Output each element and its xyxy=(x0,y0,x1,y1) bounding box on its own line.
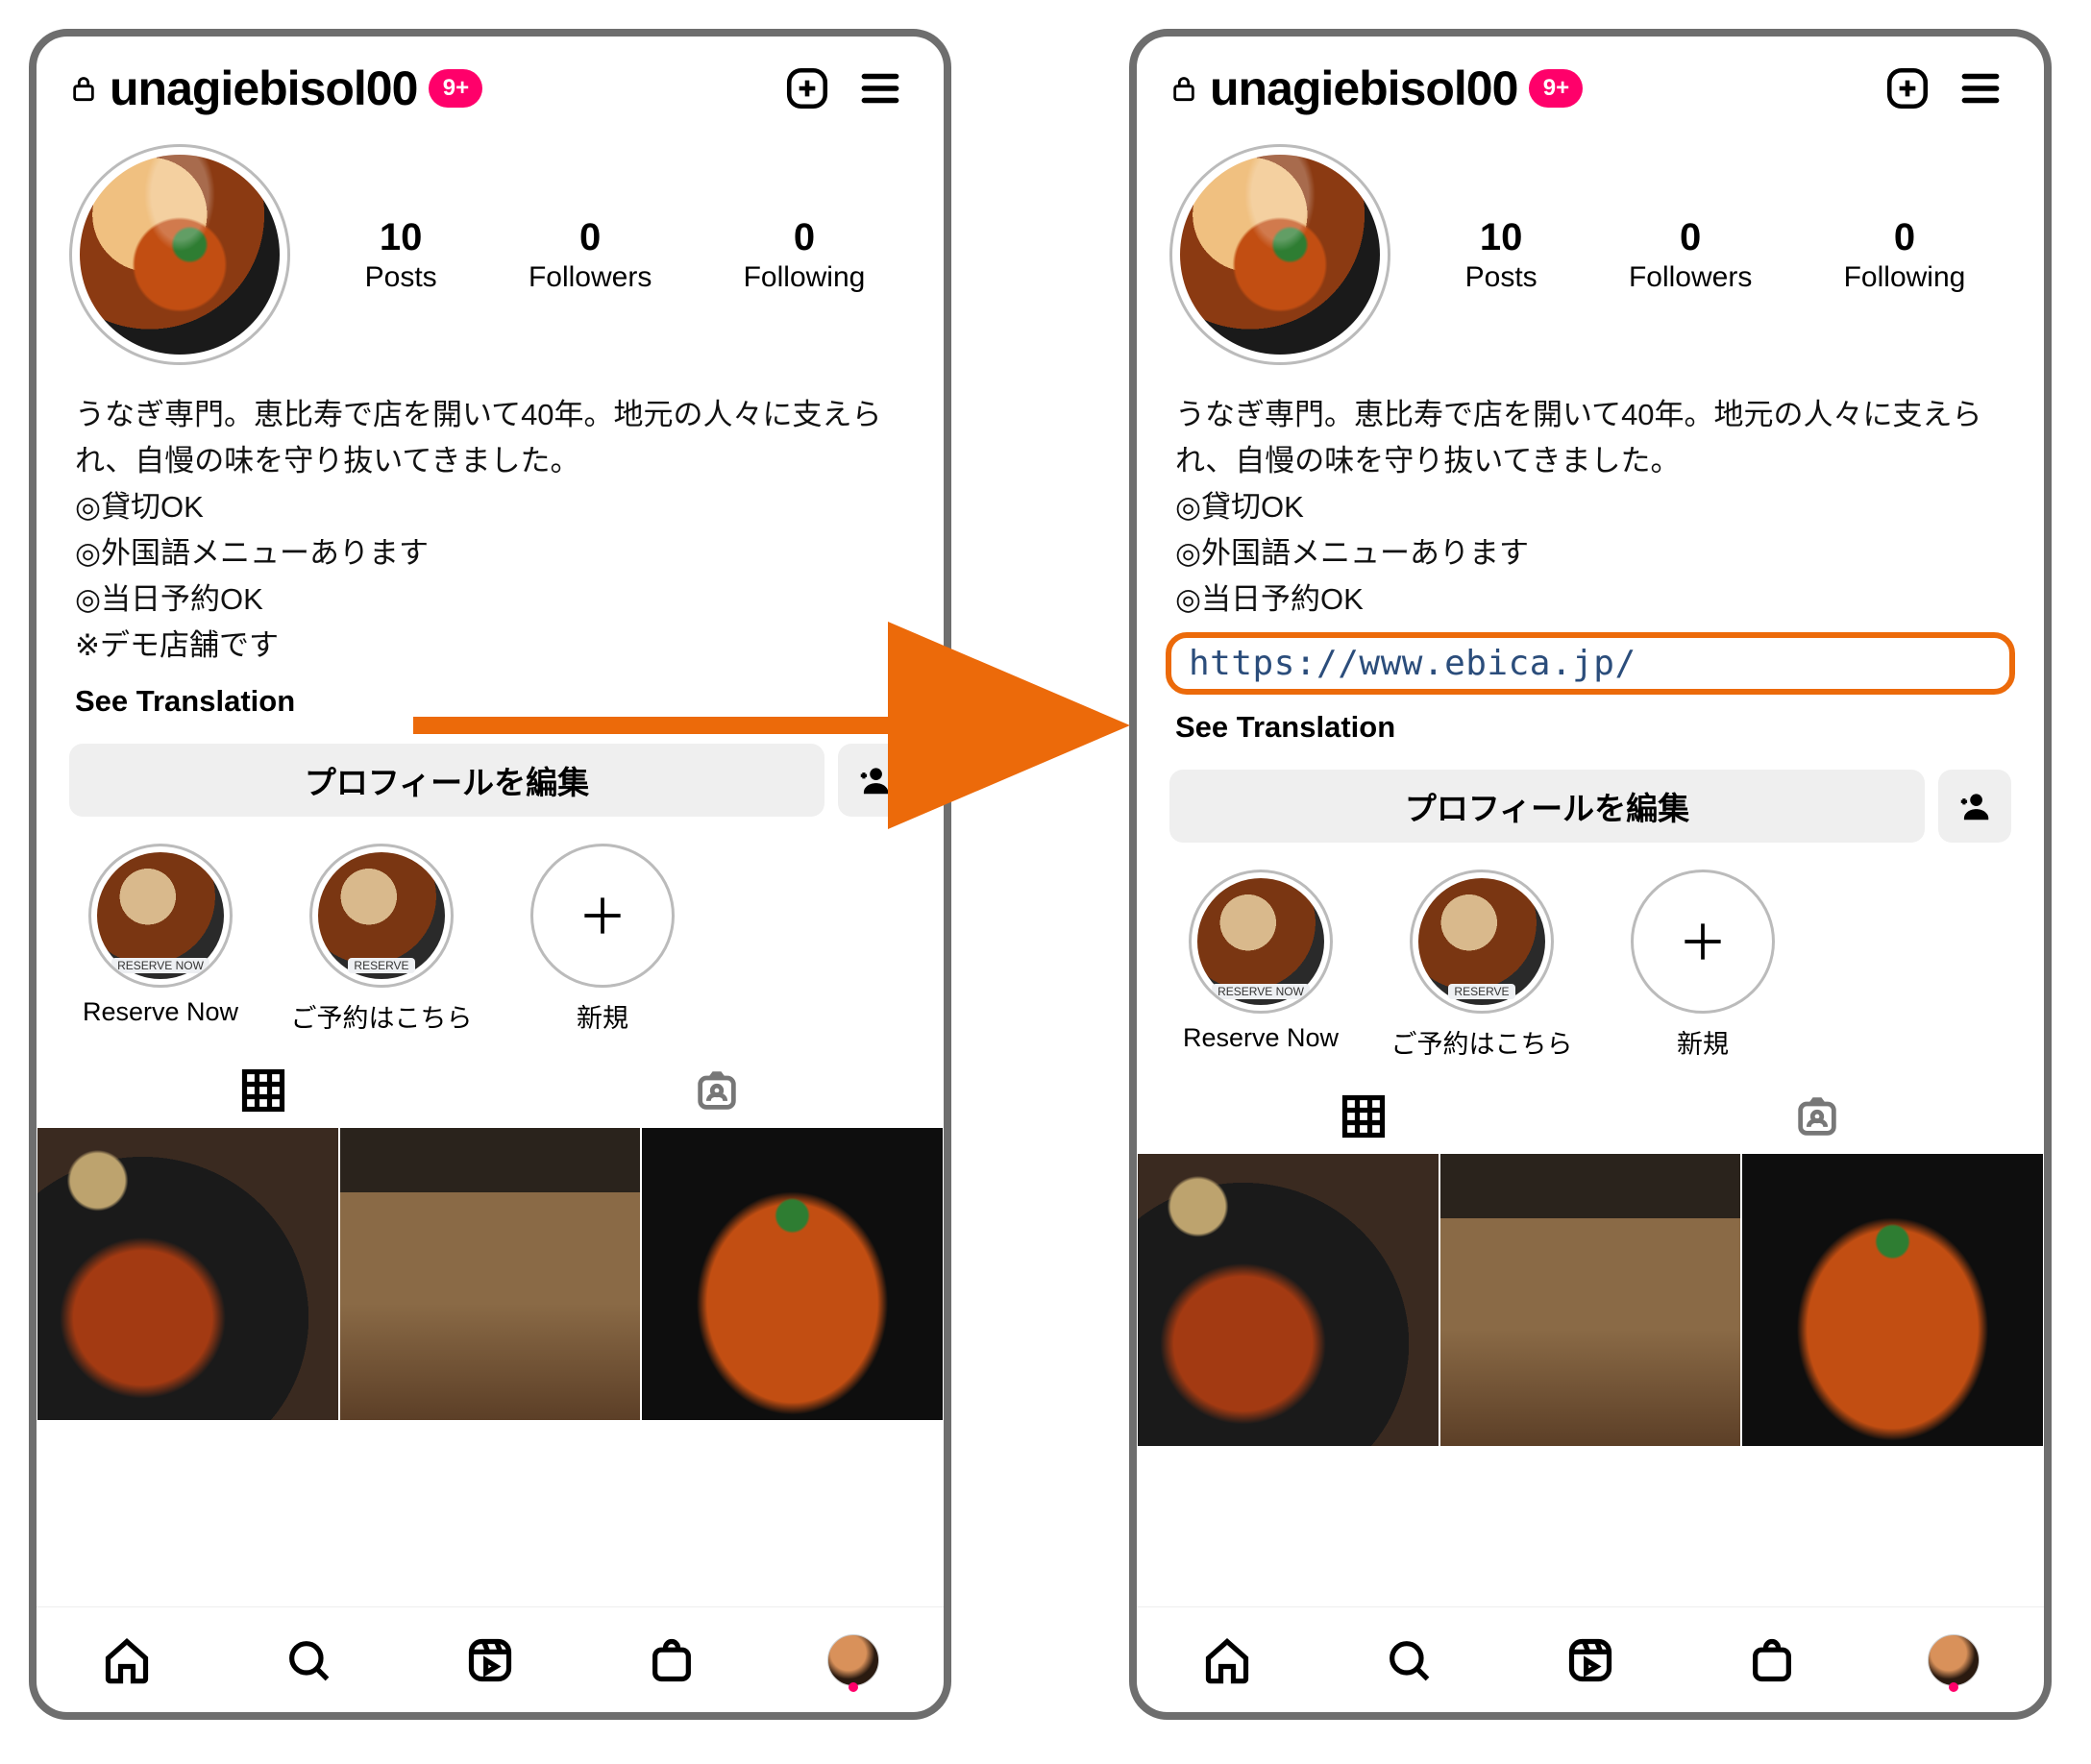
profile-header: unagiebisol00 9+ xyxy=(1137,37,2044,127)
highlight-label: ご予約はこちら xyxy=(1391,1023,1573,1061)
stat-posts-label: Posts xyxy=(365,261,437,294)
edit-profile-button[interactable]: プロフィールを編集 xyxy=(1169,770,1925,843)
highlight-label: Reserve Now xyxy=(1183,1023,1339,1053)
profile-avatar xyxy=(1180,155,1380,355)
highlight-tag: RESERVE xyxy=(348,958,414,973)
edit-profile-row: プロフィールを編集 xyxy=(1137,764,2044,850)
grid-tab-posts[interactable] xyxy=(37,1054,490,1127)
bio-link[interactable]: https://www.ebica.jp/ xyxy=(1189,644,1636,683)
grid-tab-tagged[interactable] xyxy=(490,1054,944,1127)
username[interactable]: unagiebisol00 xyxy=(1210,61,1517,116)
notification-dot-icon xyxy=(849,1682,858,1692)
highlight-reserve-now[interactable]: RESERVE NOW Reserve Now xyxy=(1156,870,1365,1061)
highlight-reserve-jp[interactable]: RESERVE ご予約はこちら xyxy=(1377,870,1587,1061)
story-highlights: RESERVE NOW Reserve Now RESERVE ご予約はこちら … xyxy=(1137,850,2044,1068)
post-thumbnail[interactable] xyxy=(1439,1153,1742,1447)
menu-button[interactable] xyxy=(849,58,911,119)
stat-following-label: Following xyxy=(1844,261,1966,294)
stat-followers-count: 0 xyxy=(529,216,652,259)
posts-row xyxy=(37,1127,944,1421)
lock-icon xyxy=(1169,69,1198,108)
menu-button[interactable] xyxy=(1950,58,2011,119)
profile-stats: 10 Posts 0 Followers 0 Following xyxy=(1419,216,2011,294)
phone-after: unagiebisol00 9+ 10 Posts 0 Followers xyxy=(1129,29,2052,1720)
stat-posts-count: 10 xyxy=(1465,216,1538,259)
lock-icon xyxy=(69,69,98,108)
post-grid-tabs xyxy=(1137,1068,2044,1153)
discover-people-button[interactable] xyxy=(1938,770,2011,843)
stat-followers[interactable]: 0 Followers xyxy=(529,216,652,294)
stat-followers-count: 0 xyxy=(1629,216,1752,259)
posts-row xyxy=(1137,1153,2044,1447)
nav-avatar-icon xyxy=(827,1634,879,1686)
stat-posts[interactable]: 10 Posts xyxy=(1465,216,1538,294)
bottom-navigation xyxy=(37,1606,944,1712)
nav-shop[interactable] xyxy=(1738,1627,1806,1694)
highlight-label: ご予約はこちら xyxy=(291,997,473,1035)
nav-reels[interactable] xyxy=(1557,1627,1624,1694)
nav-home[interactable] xyxy=(1193,1627,1261,1694)
nav-home[interactable] xyxy=(93,1627,160,1694)
highlight-reserve-now[interactable]: RESERVE NOW Reserve Now xyxy=(56,844,265,1035)
highlight-tag: RESERVE NOW xyxy=(1212,984,1310,999)
profile-stats: 10 Posts 0 Followers 0 Following xyxy=(319,216,911,294)
see-translation-link[interactable]: See Translation xyxy=(1137,698,2044,764)
nav-profile[interactable] xyxy=(1920,1627,1987,1694)
stat-following[interactable]: 0 Following xyxy=(744,216,866,294)
nav-shop[interactable] xyxy=(638,1627,705,1694)
profile-avatar xyxy=(80,155,280,355)
grid-tab-posts[interactable] xyxy=(1137,1080,1590,1153)
create-post-button[interactable] xyxy=(776,58,838,119)
highlight-label: Reserve Now xyxy=(83,997,238,1027)
post-thumbnail[interactable] xyxy=(1137,1153,1439,1447)
grid-tab-tagged[interactable] xyxy=(1590,1080,2044,1153)
stat-followers[interactable]: 0 Followers xyxy=(1629,216,1752,294)
profile-stats-row: 10 Posts 0 Followers 0 Following xyxy=(37,127,944,375)
avatar-ring[interactable] xyxy=(69,144,290,365)
stat-following-count: 0 xyxy=(744,216,866,259)
highlight-label: 新規 xyxy=(1677,1023,1729,1061)
nav-avatar-icon xyxy=(1928,1634,1980,1686)
notification-badge[interactable]: 9+ xyxy=(429,69,482,108)
stat-posts-label: Posts xyxy=(1465,261,1538,294)
post-grid-tabs xyxy=(37,1042,944,1127)
stat-posts[interactable]: 10 Posts xyxy=(365,216,437,294)
highlight-label: 新規 xyxy=(577,997,628,1035)
notification-badge[interactable]: 9+ xyxy=(1529,69,1583,108)
stat-following-label: Following xyxy=(744,261,866,294)
transition-arrow xyxy=(413,692,1124,759)
stat-followers-label: Followers xyxy=(1629,261,1752,294)
notification-dot-icon xyxy=(1949,1682,1958,1692)
nav-search[interactable] xyxy=(1375,1627,1442,1694)
stat-posts-count: 10 xyxy=(365,216,437,259)
highlight-reserve-jp[interactable]: RESERVE ご予約はこちら xyxy=(277,844,486,1035)
highlight-tag: RESERVE NOW xyxy=(111,958,209,973)
nav-profile[interactable] xyxy=(820,1627,887,1694)
post-thumbnail[interactable] xyxy=(339,1127,642,1421)
bio-link-emphasis-box: https://www.ebica.jp/ xyxy=(1166,632,2015,695)
create-post-button[interactable] xyxy=(1877,58,1938,119)
stat-followers-label: Followers xyxy=(529,261,652,294)
post-thumbnail[interactable] xyxy=(1741,1153,2044,1447)
avatar-ring[interactable] xyxy=(1169,144,1390,365)
stat-following[interactable]: 0 Following xyxy=(1844,216,1966,294)
stat-following-count: 0 xyxy=(1844,216,1966,259)
nav-search[interactable] xyxy=(275,1627,342,1694)
highlight-new[interactable]: 新規 xyxy=(1598,870,1808,1061)
highlight-new[interactable]: 新規 xyxy=(498,844,707,1035)
phone-before: unagiebisol00 9+ 10 Posts 0 Followers xyxy=(29,29,951,1720)
post-thumbnail[interactable] xyxy=(37,1127,339,1421)
story-highlights: RESERVE NOW Reserve Now RESERVE ご予約はこちら … xyxy=(37,824,944,1042)
bottom-navigation xyxy=(1137,1606,2044,1712)
highlight-tag: RESERVE xyxy=(1448,984,1514,999)
profile-stats-row: 10 Posts 0 Followers 0 Following xyxy=(1137,127,2044,375)
username[interactable]: unagiebisol00 xyxy=(110,61,417,116)
profile-bio: うなぎ専門。恵比寿で店を開いて40年。地元の人々に支えられ、自慢の味を守り抜いて… xyxy=(37,375,944,673)
post-thumbnail[interactable] xyxy=(641,1127,944,1421)
nav-reels[interactable] xyxy=(456,1627,524,1694)
profile-header: unagiebisol00 9+ xyxy=(37,37,944,127)
profile-bio: うなぎ専門。恵比寿で店を開いて40年。地元の人々に支えられ、自慢の味を守り抜いて… xyxy=(1137,375,2044,626)
